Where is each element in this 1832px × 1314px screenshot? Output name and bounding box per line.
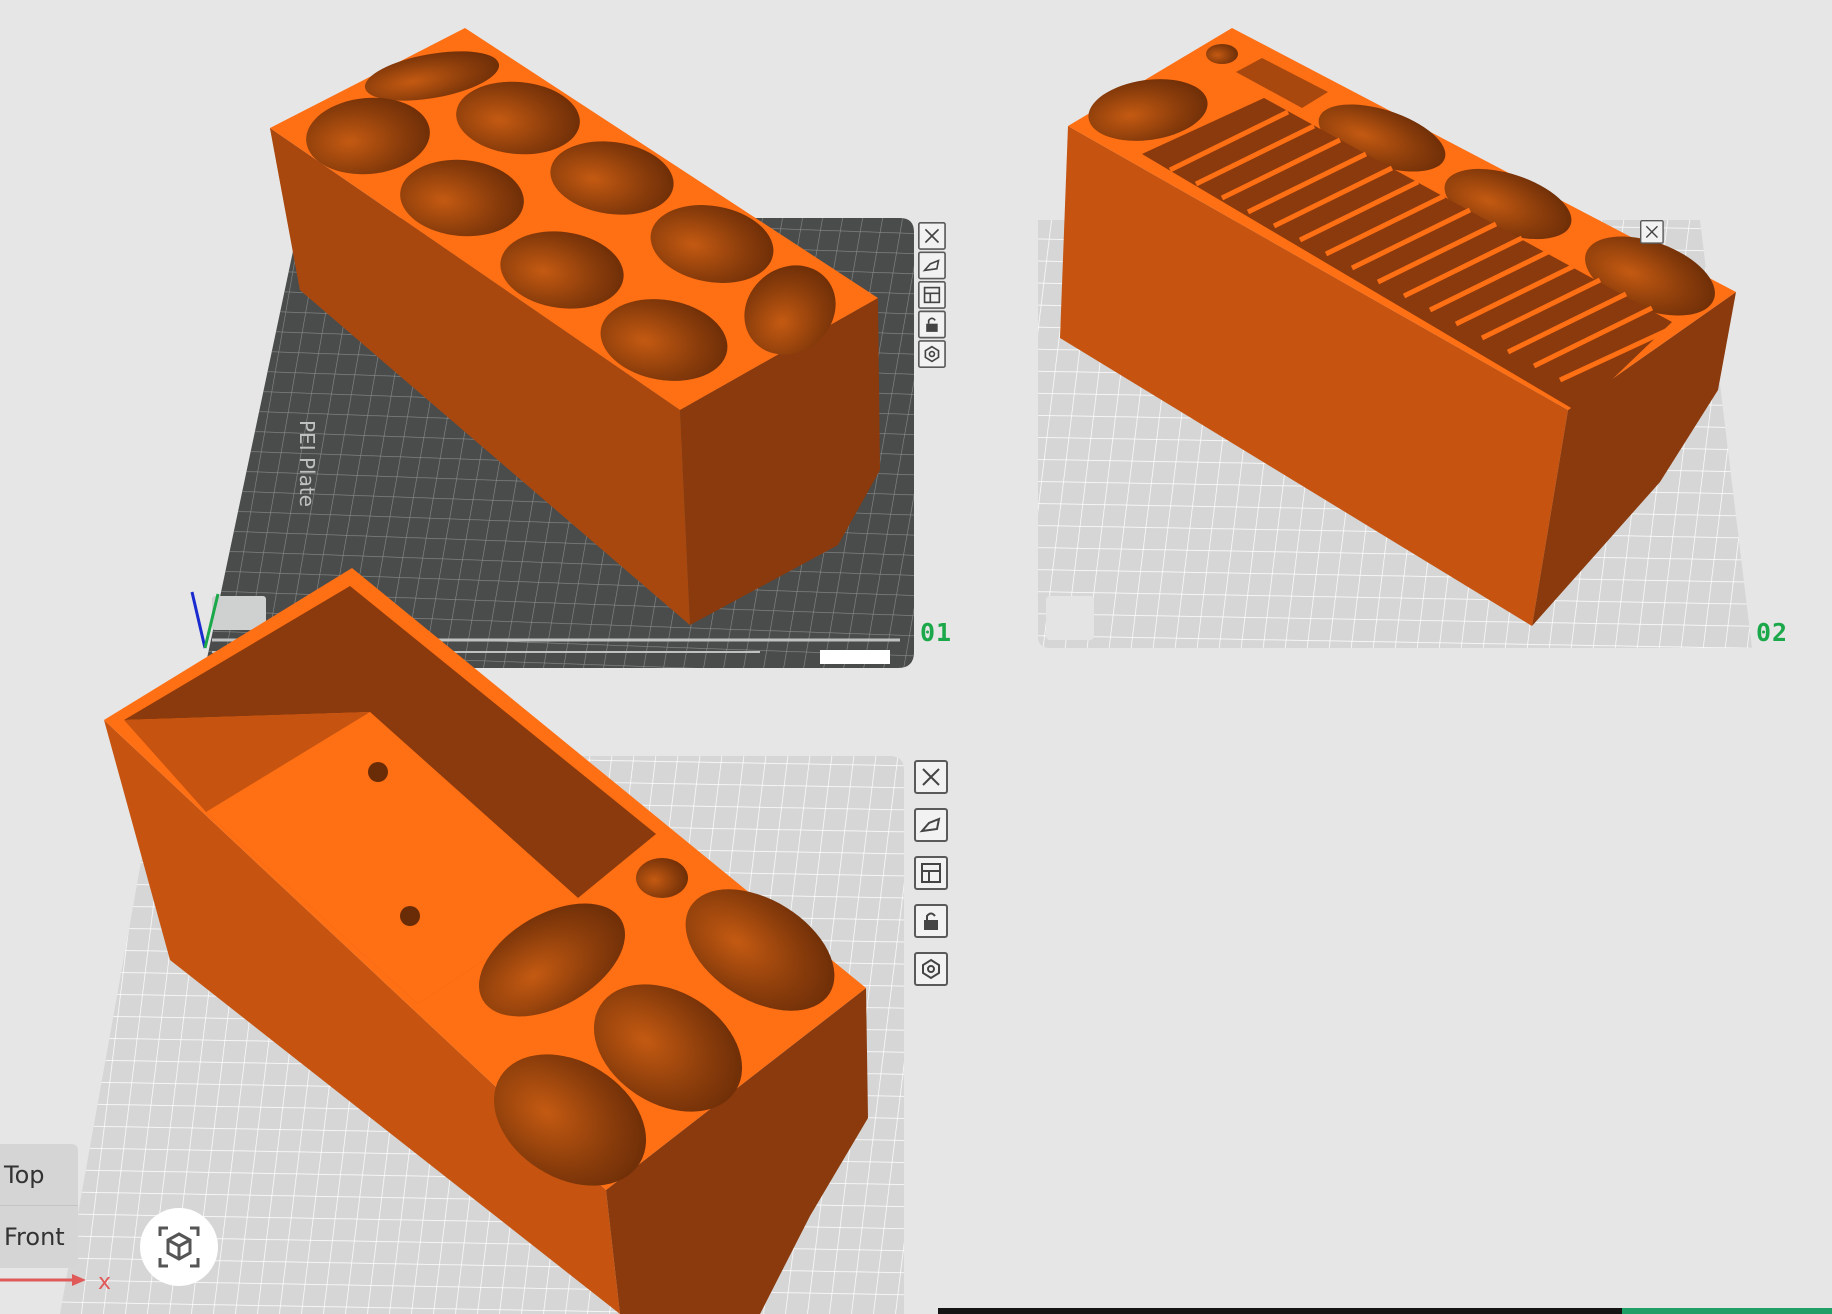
view-menu: Top Front (0, 1144, 78, 1268)
lock-icon[interactable] (914, 904, 948, 938)
x-axis-label: x (98, 1270, 112, 1295)
plate-02-toolbar (1640, 220, 1664, 244)
auto-orient-icon[interactable] (918, 251, 946, 280)
bottom-bar-accent (1622, 1308, 1832, 1314)
close-icon[interactable] (1640, 220, 1664, 244)
plate-texture-label: PEI Plate (295, 420, 319, 507)
auto-orient-icon[interactable] (914, 808, 948, 842)
cube-icon (158, 1226, 200, 1268)
plate-number-02: 02 (1756, 618, 1789, 647)
settings-icon[interactable] (914, 952, 948, 986)
plate-01-toolbar (918, 222, 946, 368)
plate-03-toolbar (914, 760, 948, 986)
close-icon[interactable] (914, 760, 948, 794)
settings-icon[interactable] (918, 340, 946, 368)
x-axis-arrow (0, 1274, 86, 1286)
plate-number-01: 01 (920, 618, 953, 647)
view-cube-button[interactable] (140, 1208, 218, 1286)
arrange-icon[interactable] (914, 856, 948, 890)
arrange-icon[interactable] (918, 281, 946, 309)
bottom-bar (938, 1308, 1832, 1314)
close-icon[interactable] (918, 222, 946, 250)
view-front-button[interactable]: Front (0, 1206, 78, 1268)
3d-viewport[interactable]: PEI Plate (0, 0, 1832, 1314)
view-top-button[interactable]: Top (0, 1144, 78, 1206)
lock-icon[interactable] (918, 310, 946, 339)
